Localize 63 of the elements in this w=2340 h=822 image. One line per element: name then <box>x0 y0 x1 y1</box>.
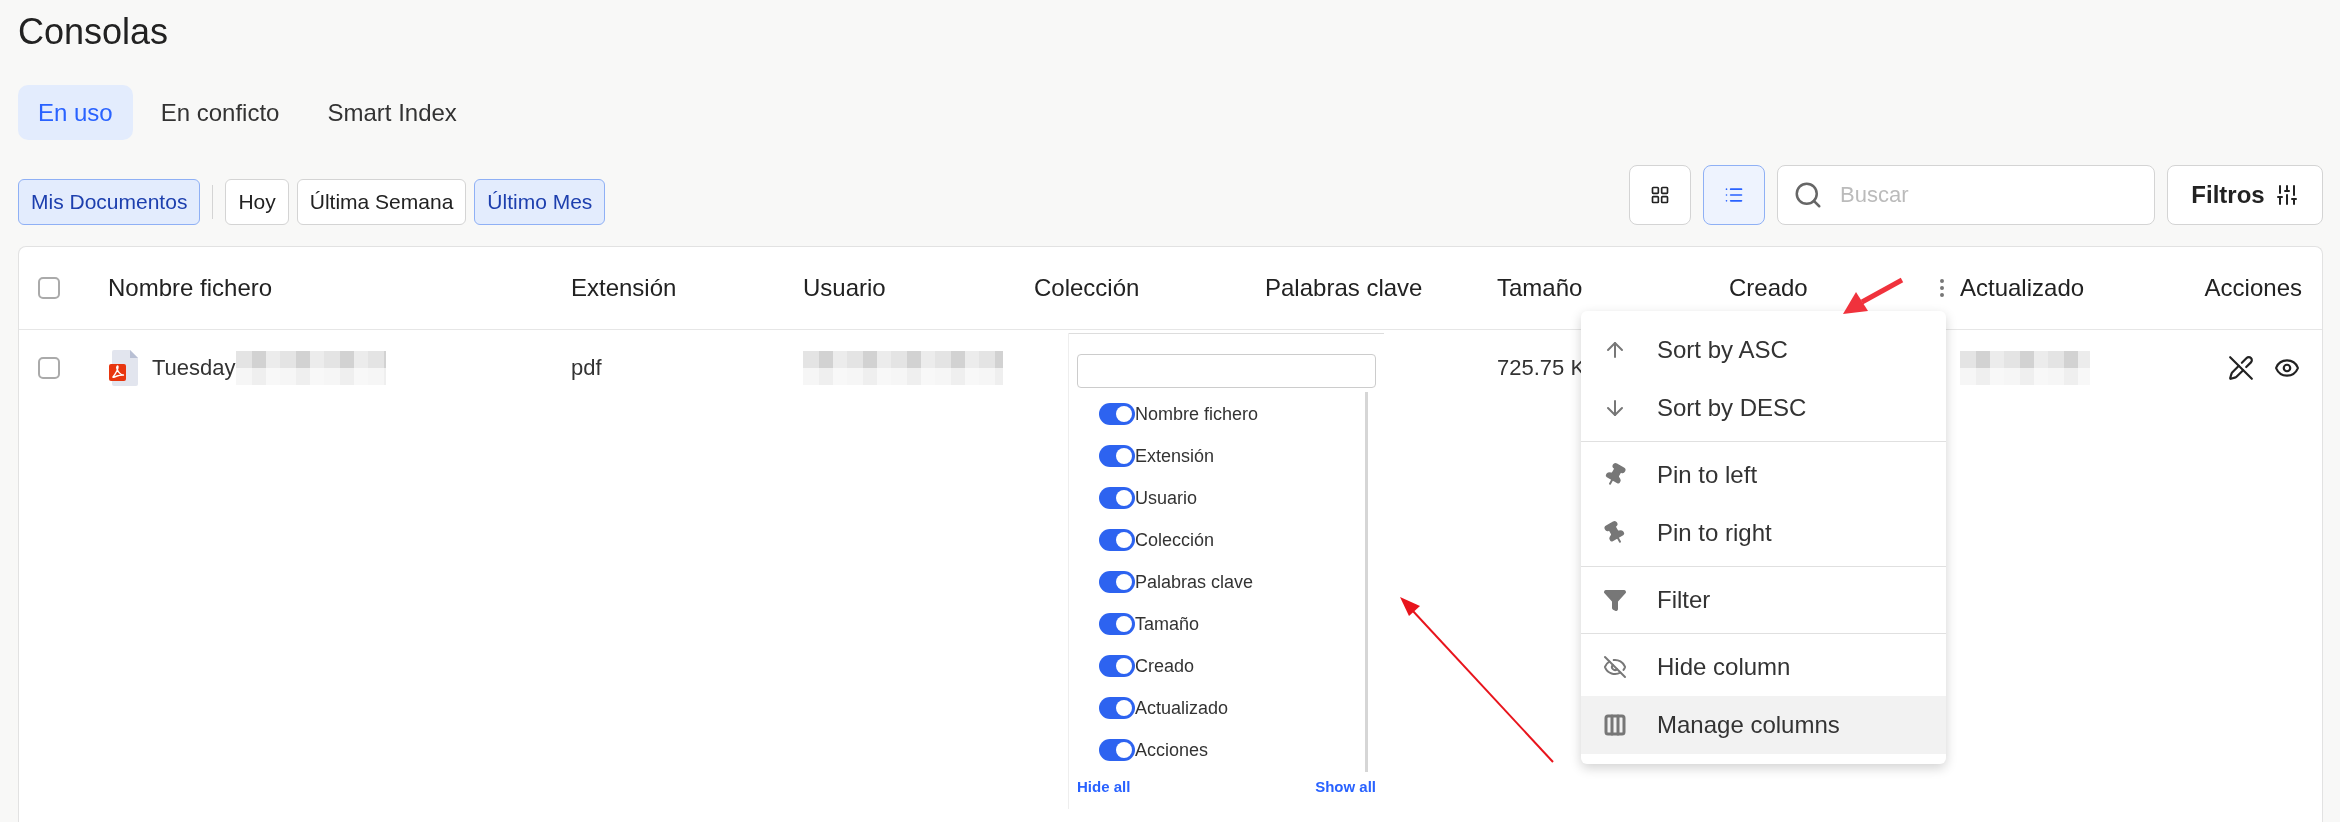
toggle-switch[interactable] <box>1099 529 1135 551</box>
page-title: Consolas <box>18 10 169 54</box>
columns-icon <box>1603 713 1627 737</box>
toggle-switch[interactable] <box>1099 445 1135 467</box>
toggle-switch[interactable] <box>1099 655 1135 677</box>
column-header: Tamaño <box>1497 274 1583 302</box>
column-toggle-item[interactable]: Usuario <box>1099 484 1365 512</box>
filters-button[interactable]: Filtros <box>2167 165 2323 225</box>
menu-item[interactable]: Hide column <box>1581 638 1946 696</box>
column-search-field[interactable] <box>1077 354 1376 388</box>
column-toggle-item[interactable]: Acciones <box>1099 736 1365 764</box>
column-header: Palabras clave <box>1265 274 1423 302</box>
filter-chip[interactable]: Mis Documentos <box>18 179 201 225</box>
search-icon <box>1793 180 1823 210</box>
toggle-switch[interactable] <box>1099 403 1135 425</box>
column-header: Actualizado <box>1960 274 2085 302</box>
annotation-arrow <box>1843 277 1904 314</box>
pdf-file-icon <box>108 349 140 387</box>
search-field[interactable]: Buscar <box>1777 165 2155 225</box>
column-toggle-item[interactable]: Tamaño <box>1099 610 1365 638</box>
sliders-icon <box>2274 183 2299 207</box>
pen-off-icon[interactable] <box>2228 355 2254 381</box>
toggle-switch[interactable] <box>1099 697 1135 719</box>
filter-icon <box>1603 588 1627 612</box>
menu-item[interactable]: Sort by DESC <box>1581 379 1946 437</box>
toggle-switch[interactable] <box>1099 487 1135 509</box>
menu-item[interactable]: Pin to left <box>1581 446 1946 504</box>
toggle-switch[interactable] <box>1099 571 1135 593</box>
column-header: Usuario <box>803 274 886 302</box>
hide-all-link[interactable]: Hide all <box>1077 778 1131 795</box>
file-name: Tuesday <box>152 355 236 381</box>
menu-item[interactable]: Manage columns <box>1581 696 1946 754</box>
column-header: Creado <box>1729 274 1808 302</box>
tab[interactable]: En uso <box>18 85 133 140</box>
column-toggle-item[interactable]: Actualizado <box>1099 694 1365 722</box>
grid-view-button[interactable] <box>1629 165 1691 225</box>
tab[interactable]: Smart Index <box>307 85 477 140</box>
filter-chip[interactable]: Última Semana <box>296 179 467 225</box>
column-toggle-item[interactable]: Extensión <box>1099 442 1365 470</box>
column-header: Extensión <box>571 274 677 302</box>
select-all-checkbox[interactable] <box>38 277 60 299</box>
column-toggle-item[interactable]: Creado <box>1099 652 1365 680</box>
toggle-switch[interactable] <box>1099 613 1135 635</box>
column-toggle-item[interactable]: Palabras clave <box>1099 568 1365 596</box>
column-header: Colección <box>1034 274 1140 302</box>
table-cell-text: pdf <box>571 355 603 381</box>
row-checkbox[interactable] <box>38 357 60 379</box>
column-toggle-item[interactable]: Nombre fichero <box>1099 400 1365 428</box>
menu-item[interactable]: Sort by ASC <box>1581 321 1946 379</box>
column-header: Nombre fichero <box>108 274 273 302</box>
grid-icon <box>1650 185 1670 205</box>
menu-item[interactable]: Filter <box>1581 571 1946 629</box>
tab[interactable]: En conficto <box>140 85 300 140</box>
column-header: Acciones <box>2204 274 2302 302</box>
list-view-button[interactable] <box>1703 165 1765 225</box>
list-icon <box>1724 185 1744 205</box>
eye-off-icon <box>1603 655 1627 679</box>
filter-chip[interactable]: Hoy <box>225 179 289 225</box>
menu-item[interactable]: Pin to right <box>1581 504 1946 562</box>
filter-chip[interactable]: Último Mes <box>474 179 606 225</box>
show-all-link[interactable]: Show all <box>1315 778 1376 795</box>
column-toggle-item[interactable]: Colección <box>1099 526 1365 554</box>
toggle-switch[interactable] <box>1099 739 1135 761</box>
